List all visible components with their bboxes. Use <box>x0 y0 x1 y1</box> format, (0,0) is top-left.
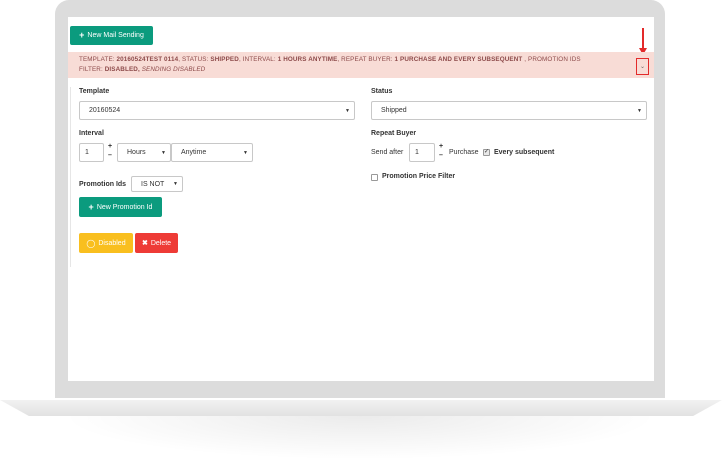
interval-value: 1 HOURS ANYTIME <box>277 56 338 63</box>
repeat-value: 1 PURCHASE AND EVERY SUBSEQUENT <box>394 56 523 63</box>
template-label: TEMPLATE: <box>79 56 115 63</box>
promotion-label: , PROMOTION IDS <box>522 56 581 63</box>
app-screen: + New Mail Sending TEMPLATE: 20160524TES… <box>68 17 654 381</box>
sending-value: SENDING DISABLED <box>141 65 206 73</box>
delete-label: Delete <box>150 239 172 247</box>
plus-icon: + <box>79 30 85 40</box>
new-mail-sending-button[interactable]: + New Mail Sending <box>70 26 153 45</box>
status-value: SHIPPED <box>210 56 239 63</box>
close-icon: ✖ <box>141 240 148 247</box>
interval-input[interactable]: 1 <box>79 143 104 162</box>
chevron-down-icon: ⌄ <box>639 64 646 70</box>
summary-banner: TEMPLATE: 20160524TEST 0114, STATUS: SHI… <box>68 52 654 78</box>
status-field-label: Status <box>371 88 393 95</box>
template-value: 20160524TEST 0114 <box>116 56 179 63</box>
status-select[interactable]: Shipped ▼ <box>371 101 647 120</box>
send-after-label: Send after <box>371 149 404 156</box>
interval-input-value: 1 <box>85 149 89 156</box>
toggle-icon: ◯ <box>86 238 96 248</box>
new-mail-sending-label: New Mail Sending <box>87 32 144 39</box>
caret-down-icon: ▼ <box>345 108 350 114</box>
interval-label: , INTERVAL: <box>238 56 276 63</box>
interval-field-label: Interval <box>79 130 104 137</box>
repeat-buyer-label: Repeat Buyer <box>371 130 417 137</box>
every-subsequent-label: Every subsequent <box>494 149 555 156</box>
interval-time-select[interactable]: Anytime ▼ <box>171 143 253 162</box>
send-after-input[interactable]: 1 <box>409 143 435 162</box>
filter-label: FILTER: <box>79 65 103 73</box>
promotion-ids-label: Promotion Ids <box>79 181 127 188</box>
promotion-price-filter-checkbox[interactable] <box>371 174 378 181</box>
template-select-value: 20160524 <box>89 107 121 114</box>
panel-border <box>70 87 71 267</box>
interval-unit-select[interactable]: Hours ▼ <box>117 143 171 162</box>
interval-unit-value: Hours <box>127 149 146 156</box>
promotion-price-filter-label: Promotion Price Filter <box>382 173 456 180</box>
plus-icon: + <box>88 201 94 212</box>
laptop-base <box>0 400 722 416</box>
template-select[interactable]: 20160524 ▼ <box>79 101 355 120</box>
interval-time-value: Anytime <box>181 149 207 156</box>
promotion-ids-operator-select[interactable]: IS NOT ▼ <box>131 176 183 192</box>
send-after-increment-button[interactable]: + <box>437 143 445 151</box>
interval-increment-button[interactable]: + <box>106 143 114 151</box>
purchase-label: Purchase <box>449 149 479 156</box>
caret-down-icon: ▼ <box>637 108 642 114</box>
caret-down-icon: ▼ <box>173 181 178 187</box>
filter-value: DISABLED, <box>104 65 140 73</box>
new-promotion-id-label: New Promotion Id <box>96 203 153 211</box>
interval-decrement-button[interactable]: – <box>106 152 114 160</box>
template-field-label: Template <box>79 88 110 95</box>
send-after-decrement-button[interactable]: – <box>437 152 445 160</box>
arrow-annotation <box>642 28 644 50</box>
laptop-shadow <box>60 416 660 460</box>
status-select-value: Shipped <box>381 107 407 114</box>
caret-down-icon: ▼ <box>243 150 248 156</box>
checkmark-icon: ✓ <box>484 149 490 155</box>
promotion-ids-operator-value: IS NOT <box>141 180 165 188</box>
caret-down-icon: ▼ <box>161 150 166 156</box>
delete-button[interactable]: ✖ Delete <box>135 233 178 253</box>
send-after-value: 1 <box>415 149 419 156</box>
disabled-label: Disabled <box>98 239 126 247</box>
new-promotion-id-button[interactable]: + New Promotion Id <box>79 197 162 217</box>
disabled-toggle-button[interactable]: ◯ Disabled <box>79 233 133 253</box>
repeat-label: , REPEAT BUYER: <box>337 56 393 63</box>
expand-toggle-button[interactable]: ⌄ <box>636 58 649 75</box>
every-subsequent-checkbox[interactable]: ✓ <box>483 149 490 156</box>
status-label: , STATUS: <box>178 56 209 63</box>
